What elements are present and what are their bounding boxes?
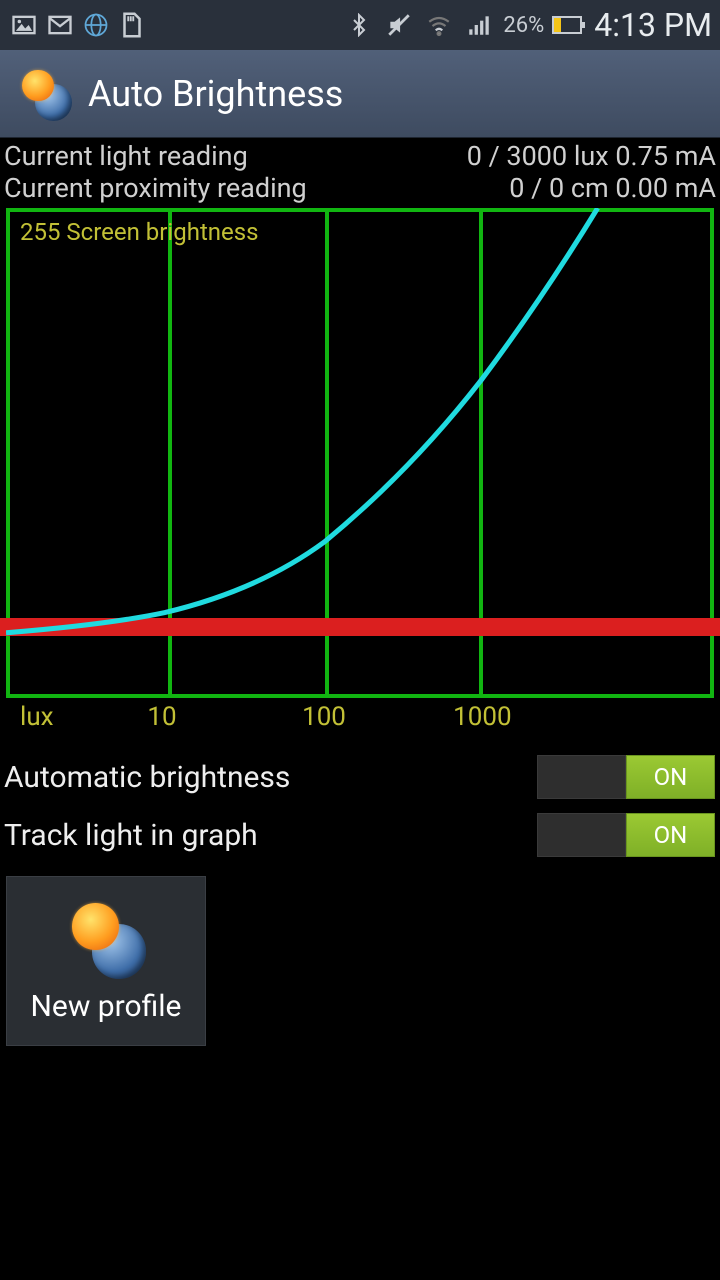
x-axis-ticks: lux 10 100 1000 [0, 702, 720, 732]
track-light-row: Track light in graph ON [4, 806, 716, 864]
bluetooth-icon [343, 9, 375, 41]
light-reading-value: 0 / 3000 lux 0.75 mA [467, 140, 716, 172]
light-reading-label: Current light reading [4, 140, 248, 172]
new-profile-button[interactable]: New profile [6, 876, 206, 1046]
sdcard-icon [116, 9, 148, 41]
status-left [8, 9, 148, 41]
proximity-reading-label: Current proximity reading [4, 172, 307, 204]
battery-percent: 26% [503, 13, 544, 38]
x-tick-label: 10 [147, 702, 176, 732]
toggle-off-half [537, 813, 626, 857]
proximity-reading-row: Current proximity reading 0 / 0 cm 0.00 … [4, 172, 716, 204]
auto-brightness-label: Automatic brightness [4, 760, 290, 795]
toggle-off-half [537, 755, 626, 799]
auto-brightness-row: Automatic brightness ON [4, 748, 716, 806]
track-light-label: Track light in graph [4, 818, 258, 853]
wifi-icon [423, 9, 455, 41]
readings: Current light reading 0 / 3000 lux 0.75 … [0, 138, 720, 204]
mute-icon [383, 9, 415, 41]
new-profile-label: New profile [31, 989, 182, 1024]
track-light-toggle[interactable]: ON [536, 812, 716, 858]
signal-icon [463, 9, 495, 41]
x-tick-label: lux [20, 702, 54, 732]
toggle-on-half: ON [626, 813, 715, 857]
new-profile-icon [66, 899, 146, 979]
toggle-on-half: ON [626, 755, 715, 799]
gmail-icon [44, 9, 76, 41]
clock: 4:13 PM [594, 6, 712, 44]
proximity-reading-value: 0 / 0 cm 0.00 mA [509, 172, 716, 204]
light-reading-row: Current light reading 0 / 3000 lux 0.75 … [4, 140, 716, 172]
action-bar: Auto Brightness [0, 50, 720, 138]
status-bar: 26% 4:13 PM [0, 0, 720, 50]
globe-icon [80, 9, 112, 41]
current-reading-marker [0, 618, 720, 636]
x-tick-label: 1000 [453, 702, 511, 732]
brightness-graph[interactable]: 255 Screen brightness lux 10 100 1000 [0, 208, 720, 738]
status-right: 26% 4:13 PM [343, 6, 712, 44]
y-axis-label: 255 Screen brightness [20, 218, 259, 246]
settings: Automatic brightness ON Track light in g… [0, 738, 720, 864]
image-notif-icon [8, 9, 40, 41]
app-icon [18, 67, 72, 121]
auto-brightness-toggle[interactable]: ON [536, 754, 716, 800]
x-tick-label: 100 [302, 702, 346, 732]
app-title: Auto Brightness [88, 73, 343, 115]
battery-icon [552, 16, 582, 34]
